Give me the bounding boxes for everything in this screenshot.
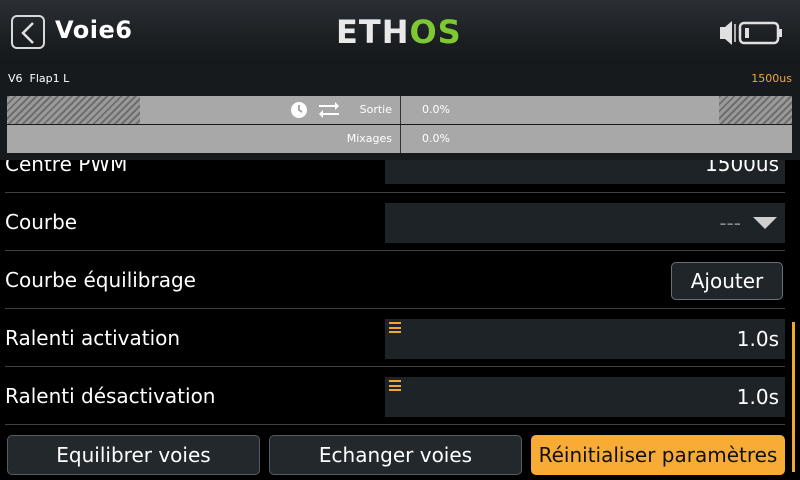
back-button[interactable] <box>11 15 45 49</box>
curve-dropdown[interactable]: --- <box>385 203 785 243</box>
limit-hatch-right <box>719 96 792 124</box>
setting-pwm-center: Centre PWM 1500us <box>0 160 785 193</box>
menu-lines-icon[interactable] <box>389 322 401 333</box>
channel-output-value: 1500us <box>751 72 792 85</box>
curve-label: Courbe <box>5 210 78 234</box>
curve-value: --- <box>719 211 741 235</box>
battery-icon <box>738 21 782 45</box>
page-title: Voie6 <box>55 16 133 44</box>
channel-name: V6 Flap1 L <box>8 72 70 85</box>
status-icons <box>718 18 788 48</box>
slow-up-value: 1.0s <box>736 327 779 351</box>
mixes-bar: Mixages 0.0% <box>7 125 792 153</box>
setting-balance-curve: Courbe équilibrage Ajouter <box>0 252 785 309</box>
mixes-value: 0.0% <box>422 132 450 145</box>
output-label: Sortie <box>359 103 392 116</box>
menu-lines-icon[interactable] <box>389 380 401 391</box>
output-icons <box>289 100 339 120</box>
slow-up-field[interactable]: 1.0s <box>385 319 785 359</box>
speaker-icon <box>720 21 736 45</box>
dropdown-arrow-icon <box>753 217 777 229</box>
pwm-center-value: 1500us <box>705 160 779 176</box>
settings-list[interactable]: Centre PWM 1500us Courbe --- Courbe équi… <box>0 160 800 480</box>
limit-hatch-left <box>7 96 140 124</box>
pwm-center-field[interactable]: 1500us <box>385 160 785 184</box>
setting-slow-up: Ralenti activation 1.0s <box>0 310 785 367</box>
output-value: 0.0% <box>422 103 450 116</box>
balance-channels-button[interactable]: Equilibrer voies <box>7 435 260 475</box>
setting-curve: Courbe --- <box>0 194 785 251</box>
setting-slow-down: Ralenti désactivation 1.0s <box>0 368 785 425</box>
back-icon <box>21 22 34 44</box>
swap-arrows-icon <box>319 102 339 118</box>
slow-up-label: Ralenti activation <box>5 326 181 350</box>
header: Voie6 ETHOS <box>0 0 800 64</box>
add-balance-curve-button[interactable]: Ajouter <box>671 262 783 300</box>
slow-down-value: 1.0s <box>736 385 779 409</box>
scrollbar[interactable] <box>792 322 795 472</box>
pwm-center-label: Centre PWM <box>5 160 128 176</box>
clock-icon <box>291 102 307 118</box>
balance-curve-label: Courbe équilibrage <box>5 268 196 292</box>
swap-channels-button[interactable]: Echanger voies <box>269 435 522 475</box>
mixes-label: Mixages <box>346 132 392 145</box>
slow-down-field[interactable]: 1.0s <box>385 377 785 417</box>
slow-down-label: Ralenti désactivation <box>5 384 216 408</box>
ethos-logo: ETHOS <box>336 13 462 51</box>
reset-parameters-button[interactable]: Réinitialiser paramètres <box>531 435 785 475</box>
output-bar: Sortie 0.0% <box>7 96 792 124</box>
